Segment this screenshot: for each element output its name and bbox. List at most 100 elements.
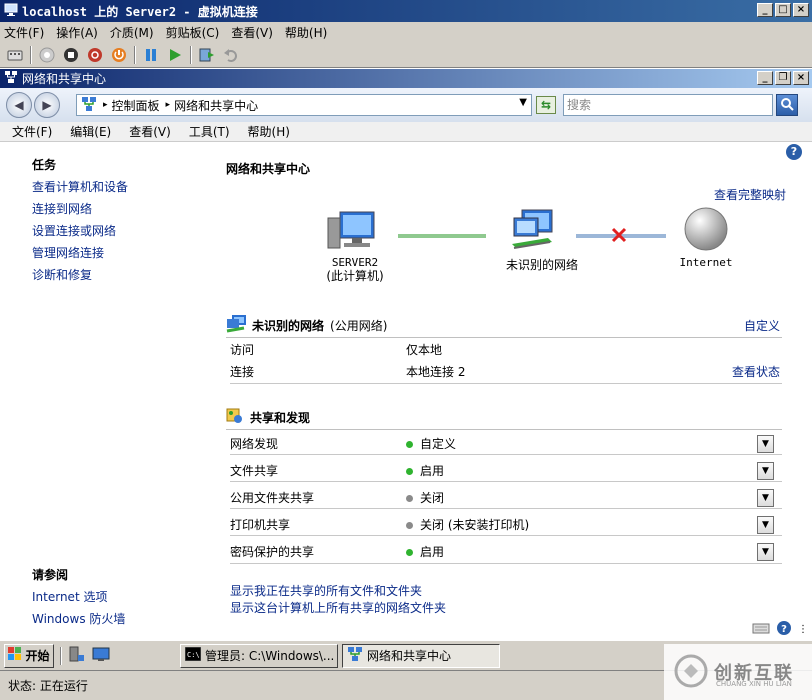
vm-menu-media[interactable]: 介质(M) xyxy=(110,24,154,41)
watermark-subtext: CHUANG XIN HU LIAN xyxy=(716,680,792,688)
link-windows-firewall[interactable]: Windows 防火墙 xyxy=(32,610,125,627)
expand-password-sharing-button[interactable]: ▼ xyxy=(757,543,774,561)
chevron-down-icon: ▼ xyxy=(762,466,769,476)
taskbar-item-label: 管理员: C:\Windows\... xyxy=(205,649,335,663)
network-section-icon xyxy=(226,314,248,337)
section-divider xyxy=(230,383,782,384)
forward-button[interactable]: ▶ xyxy=(34,92,60,118)
tasks-heading: 任务 xyxy=(32,158,57,172)
watermark: 创新互联 CHUANG XIN HU LIAN xyxy=(664,644,812,700)
menu-help[interactable]: 帮助(H) xyxy=(248,123,290,140)
address-bar[interactable]: ▸ 控制面板 ▸ 网络和共享中心 ▼ xyxy=(76,94,532,116)
start-button[interactable]: 开始 xyxy=(4,643,54,668)
expand-public-folder-button[interactable]: ▼ xyxy=(757,489,774,507)
explorer-close-button[interactable]: × xyxy=(793,71,809,85)
status-on-icon xyxy=(406,467,413,475)
vm-menu-clipboard[interactable]: 剪贴板(C) xyxy=(166,24,220,41)
resume-icon[interactable] xyxy=(166,46,184,64)
pause-icon[interactable] xyxy=(142,46,160,64)
watermark-logo-icon xyxy=(674,654,708,691)
vm-app-icon xyxy=(4,3,18,20)
vm-menu-action[interactable]: 操作(A) xyxy=(56,24,98,41)
vm-menu-file[interactable]: 文件(F) xyxy=(4,24,44,41)
back-button[interactable]: ◀ xyxy=(6,92,32,118)
task-manage-connections[interactable]: 管理网络连接 xyxy=(32,244,104,261)
refresh-icon: ⇆ xyxy=(540,98,552,112)
sharing-row-key: 打印机共享 xyxy=(230,517,291,532)
internet-globe-icon xyxy=(683,206,729,255)
explorer-minimize-button[interactable]: _ xyxy=(757,71,773,85)
sharing-section-header: 共享和发现 xyxy=(226,406,782,430)
view-status-link[interactable]: 查看状态 xyxy=(732,363,780,380)
search-input[interactable]: 搜索 xyxy=(563,94,773,116)
explorer-restore-button[interactable]: ❐ xyxy=(775,71,791,85)
more-icon[interactable]: ⋮ xyxy=(798,624,808,635)
computer-icon xyxy=(326,210,378,255)
menu-file[interactable]: 文件(F) xyxy=(12,123,52,140)
power-icon[interactable] xyxy=(110,46,128,64)
windows-logo-icon xyxy=(8,647,22,664)
show-shared-folders-link[interactable]: 显示这台计算机上所有共享的网络文件夹 xyxy=(230,599,446,616)
breadcrumb-network-center[interactable]: 网络和共享中心 xyxy=(174,97,258,114)
network-icon xyxy=(508,208,568,257)
help-circle-icon[interactable]: ? xyxy=(776,620,792,639)
expand-printer-sharing-button[interactable]: ▼ xyxy=(757,516,774,534)
internet-label: Internet xyxy=(679,256,733,269)
breadcrumb-control-panel[interactable]: 控制面板 xyxy=(112,97,160,114)
expand-file-sharing-button[interactable]: ▼ xyxy=(757,462,774,480)
status-off-icon xyxy=(406,521,413,529)
task-diagnose-repair[interactable]: 诊断和修复 xyxy=(32,266,92,283)
no-connection-icon xyxy=(610,226,628,247)
row-divider xyxy=(230,454,782,455)
start-label: 开始 xyxy=(25,649,50,663)
vm-title-bar[interactable]: localhost 上的 Server2 - 虚拟机连接 _ □ × xyxy=(0,0,812,22)
start-vm-icon[interactable] xyxy=(38,46,56,64)
svg-text:?: ? xyxy=(781,624,787,635)
vm-menu-help[interactable]: 帮助(H) xyxy=(285,24,327,41)
menu-view[interactable]: 查看(V) xyxy=(129,123,171,140)
view-full-map-link[interactable]: 查看完整映射 xyxy=(714,186,786,203)
content-area: ? 任务 查看计算机和设备 连接到网络 设置连接或网络 管理网络连接 诊断和修复… xyxy=(0,142,812,640)
row-divider xyxy=(230,481,782,482)
vm-minimize-button[interactable]: _ xyxy=(757,3,773,17)
task-view-computers[interactable]: 查看计算机和设备 xyxy=(32,178,128,195)
explorer-title-bar[interactable]: 网络和共享中心 _ ❐ × xyxy=(0,68,812,88)
server-manager-icon[interactable] xyxy=(68,645,86,666)
desktop-icon[interactable] xyxy=(92,645,110,666)
network-section-header: 未识别的网络 (公用网络) 自定义 xyxy=(226,314,782,338)
expand-network-discovery-button[interactable]: ▼ xyxy=(757,435,774,453)
vm-close-button[interactable]: × xyxy=(793,3,809,17)
menu-edit[interactable]: 编辑(E) xyxy=(70,123,111,140)
search-button[interactable] xyxy=(776,94,798,116)
refresh-button[interactable]: ⇆ xyxy=(536,96,556,114)
turn-off-icon[interactable] xyxy=(62,46,80,64)
show-shared-files-link[interactable]: 显示我正在共享的所有文件和文件夹 xyxy=(230,582,422,599)
sharing-row-value: 关闭 (未安装打印机) xyxy=(420,517,530,532)
see-also-heading: 请参阅 xyxy=(32,568,69,582)
sharing-row-password: 密码保护的共享 启用 xyxy=(230,540,782,562)
taskbar-separator xyxy=(60,646,62,665)
task-connect-network[interactable]: 连接到网络 xyxy=(32,200,92,217)
vm-maximize-button[interactable]: □ xyxy=(775,3,791,17)
address-dropdown-icon[interactable]: ▼ xyxy=(519,97,527,108)
customize-link[interactable]: 自定义 xyxy=(744,317,780,334)
taskbar-item-network-center[interactable]: 网络和共享中心 xyxy=(342,643,500,668)
network-type: (公用网络) xyxy=(330,319,388,333)
shutdown-icon[interactable] xyxy=(86,46,104,64)
page-title: 网络和共享中心 xyxy=(226,162,311,176)
network-row-value: 仅本地 xyxy=(406,342,443,357)
chevron-down-icon: ▼ xyxy=(762,439,769,449)
sharing-row-value: 启用 xyxy=(420,544,445,559)
link-internet-options[interactable]: Internet 选项 xyxy=(32,588,107,605)
task-setup-connection[interactable]: 设置连接或网络 xyxy=(32,222,116,239)
vm-menu-view[interactable]: 查看(V) xyxy=(231,24,273,41)
keyboard-icon[interactable] xyxy=(752,621,770,638)
menu-tools[interactable]: 工具(T) xyxy=(189,123,230,140)
help-icon[interactable]: ? xyxy=(786,144,802,160)
revert-icon[interactable] xyxy=(222,46,240,64)
snapshot-icon[interactable] xyxy=(198,46,216,64)
explorer-window-title: 网络和共享中心 xyxy=(22,72,107,86)
ctrl-alt-del-icon[interactable] xyxy=(6,46,24,64)
taskbar-item-cmd[interactable]: C:\ 管理员: C:\Windows\... xyxy=(180,643,338,668)
search-icon xyxy=(780,97,794,114)
